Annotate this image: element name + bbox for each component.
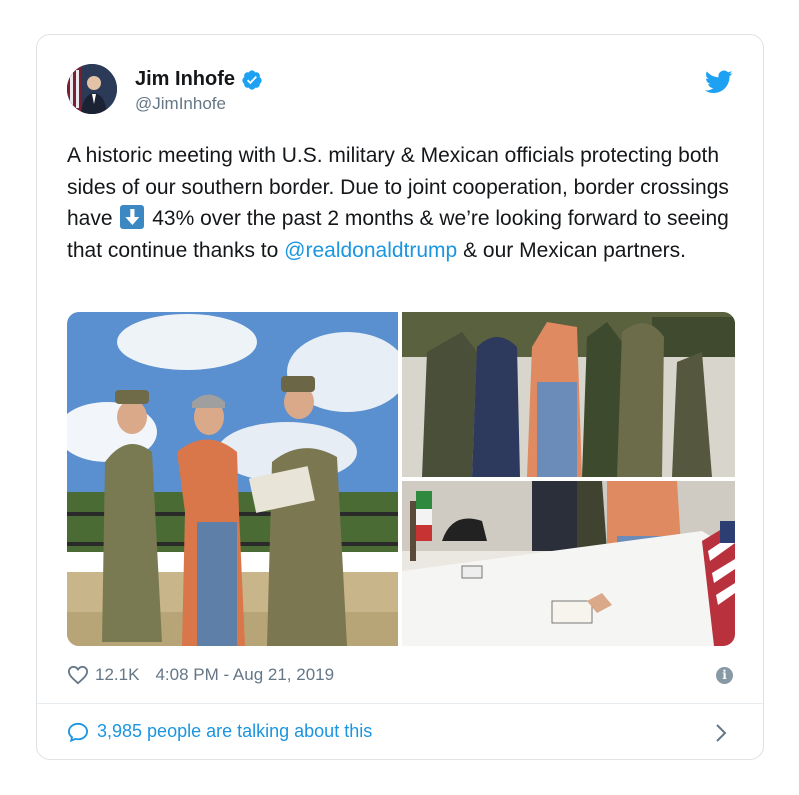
heart-outline-icon[interactable]	[67, 665, 89, 685]
tweet-card[interactable]: Jim Inhofe @JimInhofe A historic meeting…	[36, 34, 764, 760]
divider	[37, 703, 763, 704]
conversation-link[interactable]: 3,985 people are talking about this	[67, 721, 372, 742]
twitter-bird-icon[interactable]	[705, 70, 733, 94]
tweet-media-grid	[67, 312, 735, 646]
info-icon[interactable]: i	[716, 667, 733, 684]
tweet-header: Jim Inhofe @JimInhofe	[67, 64, 733, 116]
speech-bubble-icon	[67, 722, 89, 742]
verified-badge-icon	[242, 69, 262, 90]
photo-officials-reviewing-document[interactable]	[67, 312, 398, 646]
photo-handshake[interactable]	[402, 312, 735, 477]
tweet-meta: 12.1K 4:08 PM - Aug 21, 2019	[67, 663, 334, 687]
tweet-text: A historic meeting with U.S. military & …	[67, 140, 747, 266]
tweet-timestamp[interactable]: 4:08 PM - Aug 21, 2019	[155, 665, 334, 685]
down-arrow-emoji-icon	[120, 205, 145, 229]
talking-about-text[interactable]: 3,985 people are talking about this	[97, 721, 372, 742]
author-name[interactable]: Jim Inhofe	[135, 68, 235, 91]
chevron-right-icon[interactable]	[715, 723, 727, 743]
like-count[interactable]: 12.1K	[95, 665, 139, 685]
mention-link[interactable]: @realdonaldtrump	[284, 239, 457, 262]
photo-signing-table[interactable]	[402, 481, 735, 646]
author-avatar[interactable]	[67, 64, 117, 114]
author-handle[interactable]: @JimInhofe	[135, 94, 226, 114]
tweet-text-part-3: & our Mexican partners.	[457, 238, 686, 262]
